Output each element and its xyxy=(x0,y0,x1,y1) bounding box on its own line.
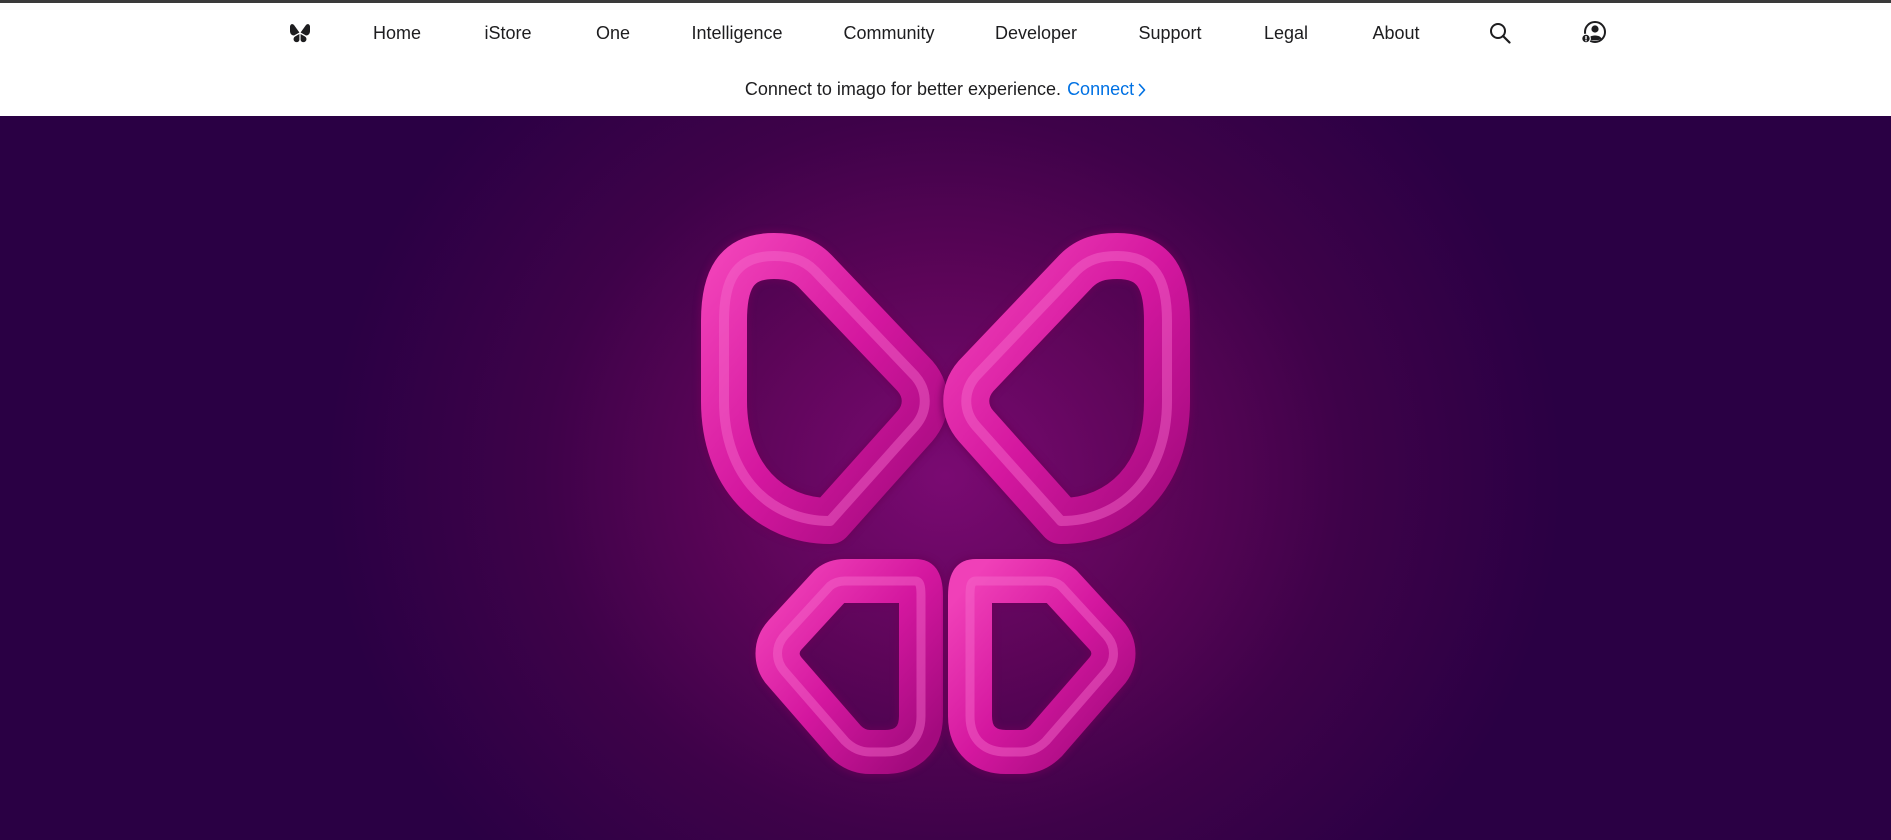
butterfly-hero-graphic-icon xyxy=(698,230,1193,777)
banner-message: Connect to imago for better experience. xyxy=(744,79,1062,99)
nav-istore[interactable]: iStore xyxy=(475,3,541,63)
top-navigation-bar: Home iStore One Intelligence Community D… xyxy=(0,3,1891,63)
butterfly-wing-lower-right xyxy=(945,556,1139,777)
nav-intelligence[interactable]: Intelligence xyxy=(682,3,792,63)
account-icon[interactable] xyxy=(1578,3,1610,63)
connect-link[interactable]: Connect xyxy=(1067,79,1146,100)
connect-link-label: Connect xyxy=(1067,79,1135,99)
butterfly-wing-upper-left xyxy=(698,230,951,547)
nav-one[interactable]: One xyxy=(583,3,643,63)
connect-banner: Connect to imago for better experience. … xyxy=(0,63,1891,116)
nav-support[interactable]: Support xyxy=(1130,3,1210,63)
butterfly-wing-lower-left xyxy=(752,556,946,777)
chevron-right-icon xyxy=(1138,83,1146,96)
nav-community[interactable]: Community xyxy=(832,3,946,63)
butterfly-wing-upper-right xyxy=(940,230,1193,547)
nav-about[interactable]: About xyxy=(1364,3,1428,63)
butterfly-logo-icon[interactable] xyxy=(284,3,316,63)
nav-home[interactable]: Home xyxy=(362,3,432,63)
nav-legal[interactable]: Legal xyxy=(1256,3,1316,63)
search-icon[interactable] xyxy=(1484,3,1516,63)
nav-developer[interactable]: Developer xyxy=(986,3,1086,63)
hero-section xyxy=(0,116,1891,840)
